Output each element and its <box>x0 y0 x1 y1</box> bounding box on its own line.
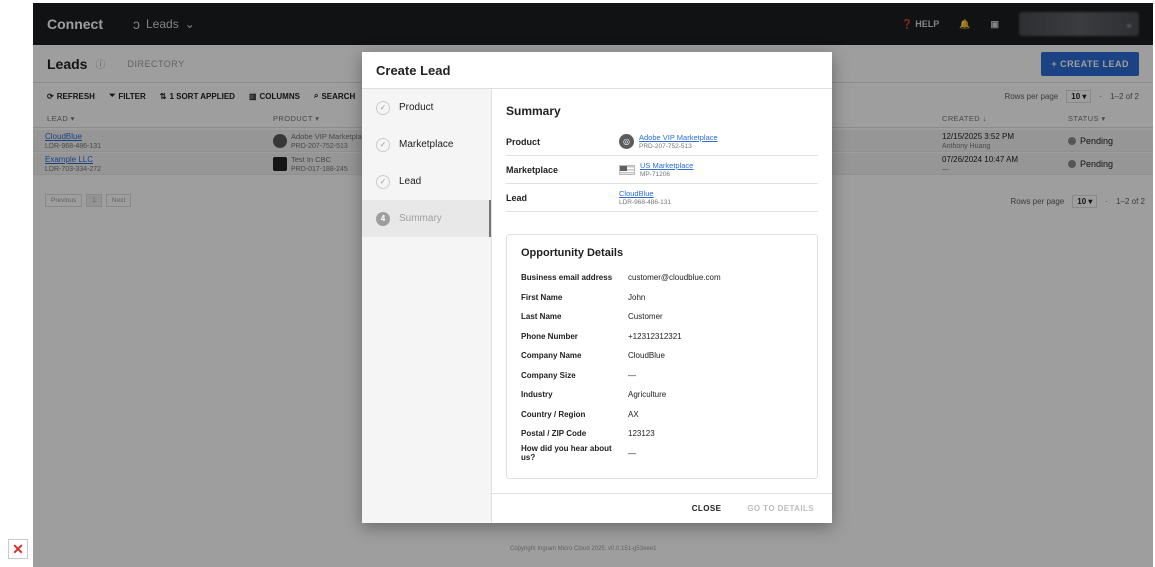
detail-label: Industry <box>521 390 553 400</box>
step-number-badge: 4 <box>376 211 390 226</box>
detail-row: Industry Agriculture <box>521 385 803 405</box>
opportunity-title: Opportunity Details <box>521 247 624 259</box>
check-icon: ✓ <box>376 100 390 115</box>
step-label: Product <box>399 102 434 113</box>
product-id: PRD-207-752-513 <box>639 142 692 150</box>
product-link[interactable]: Adobe VIP Marketplace <box>639 133 718 142</box>
summary-marketplace-row: Marketplace US Marketplace MP-71206 <box>506 156 818 184</box>
broken-image-icon: ✕ <box>8 539 28 559</box>
detail-value: John <box>628 292 646 302</box>
step-lead[interactable]: ✓ Lead <box>362 163 491 200</box>
detail-value: — <box>628 370 636 380</box>
step-product[interactable]: ✓ Product <box>362 89 491 126</box>
step-label: Summary <box>399 213 442 224</box>
detail-label: Business email address <box>521 273 613 283</box>
go-to-details-button[interactable]: GO TO DETAILS <box>747 504 814 513</box>
us-flag-icon <box>619 164 635 175</box>
detail-value: Customer <box>628 312 663 322</box>
lead-id: LDR-968-486-131 <box>619 198 672 206</box>
detail-label: Country / Region <box>521 409 586 419</box>
detail-label: Postal / ZIP Code <box>521 429 587 439</box>
check-icon: ✓ <box>376 137 390 152</box>
detail-value: customer@cloudblue.com <box>628 273 721 283</box>
detail-label: Company Name <box>521 351 582 361</box>
check-icon: ✓ <box>376 174 390 189</box>
detail-row: Postal / ZIP Code 123123 <box>521 424 803 444</box>
summary-product-row: Product ◎ Adobe VIP Marketplace PRD-207-… <box>506 128 818 156</box>
dialog-title: Create Lead <box>362 52 832 89</box>
marketplace-link[interactable]: US Marketplace <box>640 161 693 170</box>
detail-row: Company Name CloudBlue <box>521 346 803 366</box>
detail-label: How did you hear about us? <box>521 444 612 463</box>
detail-label: First Name <box>521 292 563 302</box>
detail-label: Company Size <box>521 370 576 380</box>
step-label: Lead <box>399 176 422 187</box>
summary-lead-row: Lead CloudBlue LDR-968-486-131 <box>506 184 818 212</box>
lead-link[interactable]: CloudBlue <box>619 189 671 198</box>
dialog-actions: CLOSE GO TO DETAILS <box>492 493 832 523</box>
detail-row: Last Name Customer <box>521 307 803 327</box>
create-lead-dialog: Create Lead ✓ Product ✓ Marketplace ✓ Le… <box>362 52 832 523</box>
summary-label: Lead <box>506 192 528 203</box>
product-icon: ◎ <box>619 134 634 149</box>
detail-row: Business email address customer@cloudblue… <box>521 268 803 288</box>
detail-row: Phone Number +12312312321 <box>521 327 803 347</box>
opportunity-details-card: Opportunity Details Business email addre… <box>506 234 818 479</box>
summary-label: Product <box>506 136 541 147</box>
detail-value: — <box>628 448 636 458</box>
wizard-stepper: ✓ Product ✓ Marketplace ✓ Lead 4 Summary <box>362 89 492 523</box>
detail-label: Phone Number <box>521 331 578 341</box>
summary-title: Summary <box>506 104 561 118</box>
detail-value: 123123 <box>628 429 655 439</box>
step-summary[interactable]: 4 Summary <box>362 200 491 237</box>
summary-label: Marketplace <box>506 164 559 175</box>
detail-value: +12312312321 <box>628 331 682 341</box>
detail-row: How did you hear about us? — <box>521 444 803 464</box>
step-marketplace[interactable]: ✓ Marketplace <box>362 126 491 163</box>
step-label: Marketplace <box>399 139 454 150</box>
summary-panel: Summary Product ◎ Adobe VIP Marketplace … <box>492 89 832 493</box>
detail-row: Company Size — <box>521 366 803 386</box>
marketplace-id: MP-71206 <box>640 170 670 178</box>
detail-label: Last Name <box>521 312 562 322</box>
detail-row: First Name John <box>521 288 803 308</box>
close-button[interactable]: CLOSE <box>692 504 722 513</box>
detail-row: Country / Region AX <box>521 405 803 425</box>
detail-value: Agriculture <box>628 390 667 400</box>
detail-value: CloudBlue <box>628 351 665 361</box>
detail-value: AX <box>628 409 639 419</box>
